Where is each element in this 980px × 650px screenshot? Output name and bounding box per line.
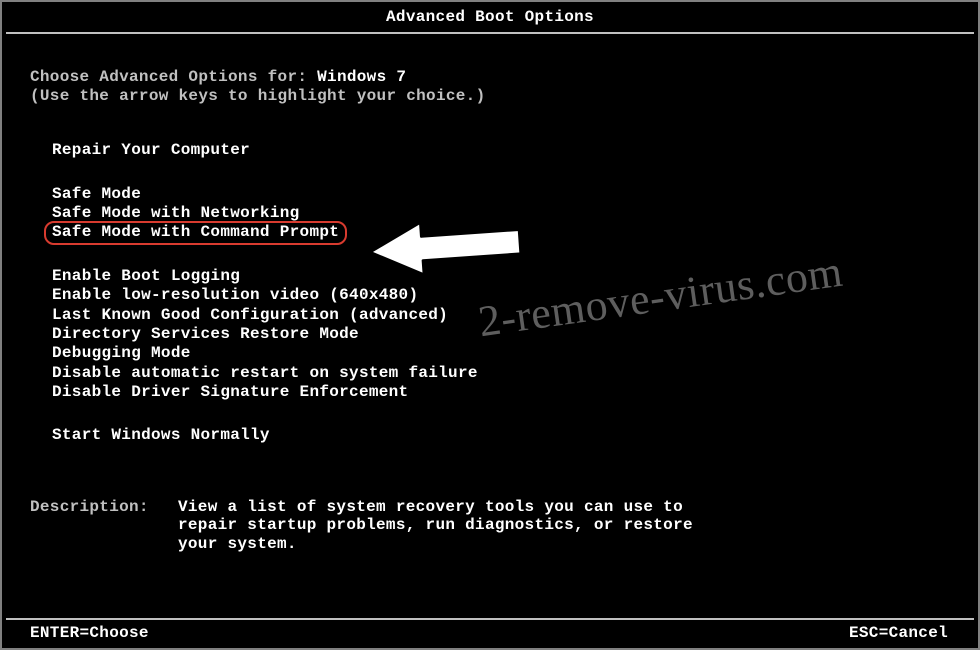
menu-item-boot-logging[interactable]: Enable Boot Logging	[52, 267, 978, 286]
menu-item-safe-mode[interactable]: Safe Mode	[52, 185, 978, 204]
prompt-text: Choose Advanced Options for:	[30, 68, 317, 86]
menu-gap	[52, 243, 978, 267]
description-block: Description: View a list of system recov…	[30, 498, 978, 553]
description-label: Description:	[30, 498, 150, 553]
menu-gap	[52, 402, 978, 426]
menu-item-safe-mode-networking[interactable]: Safe Mode with Networking	[52, 204, 978, 223]
menu-item-lkgc[interactable]: Last Known Good Configuration (advanced)	[52, 306, 978, 325]
menu-item-safe-mode-cmd[interactable]: Safe Mode with Command Prompt	[52, 223, 339, 242]
hint-line: (Use the arrow keys to highlight your ch…	[30, 87, 978, 105]
content-area: Choose Advanced Options for: Windows 7 (…	[2, 34, 978, 553]
menu-item-low-res[interactable]: Enable low-resolution video (640x480)	[52, 286, 978, 305]
footer-esc: ESC=Cancel	[849, 624, 948, 642]
footer-enter: ENTER=Choose	[30, 624, 149, 642]
menu-item-start-normally[interactable]: Start Windows Normally	[52, 426, 978, 445]
boot-menu: Repair Your Computer Safe Mode Safe Mode…	[30, 141, 978, 446]
menu-item-debugging[interactable]: Debugging Mode	[52, 344, 978, 363]
description-text: View a list of system recovery tools you…	[178, 498, 738, 553]
menu-item-highlighted-wrap: Safe Mode with Command Prompt	[52, 223, 339, 242]
os-name: Windows 7	[317, 68, 406, 86]
footer: ENTER=Choose ESC=Cancel	[6, 618, 974, 642]
menu-item-repair[interactable]: Repair Your Computer	[52, 141, 978, 160]
menu-item-disable-driver-sig[interactable]: Disable Driver Signature Enforcement	[52, 383, 978, 402]
menu-gap	[52, 161, 978, 185]
page-title: Advanced Boot Options	[2, 2, 978, 30]
menu-item-disable-auto-restart[interactable]: Disable automatic restart on system fail…	[52, 364, 978, 383]
prompt-line: Choose Advanced Options for: Windows 7	[30, 68, 978, 86]
menu-item-dsrm[interactable]: Directory Services Restore Mode	[52, 325, 978, 344]
